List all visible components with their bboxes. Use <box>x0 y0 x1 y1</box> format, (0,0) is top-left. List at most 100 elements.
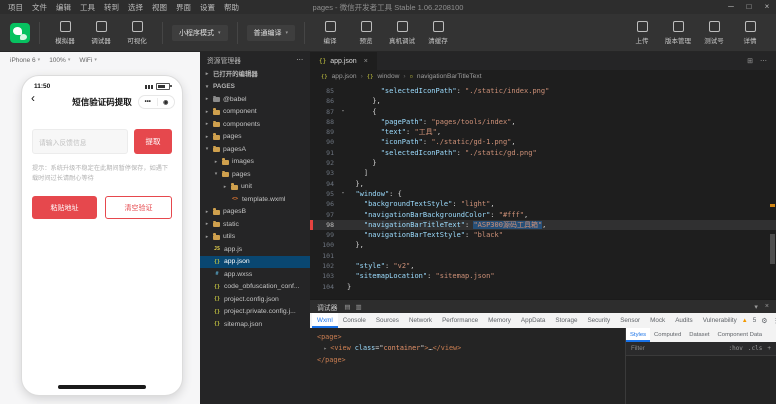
more-actions-icon[interactable]: ⋯ <box>760 57 767 65</box>
style-control[interactable]: :hov <box>728 345 742 352</box>
close-panel-icon[interactable]: × <box>765 303 769 311</box>
compile-button[interactable]: 编译 <box>314 20 346 45</box>
split-editor-icon[interactable]: ⊞ <box>747 57 753 65</box>
breadcrumb-item[interactable]: window <box>377 73 399 80</box>
extract-button[interactable]: 提取 <box>134 129 172 154</box>
menu-item[interactable]: 工具 <box>80 2 95 13</box>
styles-filter-input[interactable]: Filter <box>631 345 724 352</box>
debugger-tab-network[interactable]: Network <box>404 313 437 328</box>
feedback-input[interactable]: 请输入反馈信息 <box>32 129 128 154</box>
debugger-tab-console[interactable]: Console <box>338 313 371 328</box>
target-icon[interactable]: ◉ <box>163 99 168 106</box>
wxml-node[interactable]: ▸ <view class="container">…</view> <box>317 343 618 355</box>
code-area[interactable]: 85 "selectedIconPath": "./static/index.p… <box>310 83 776 292</box>
sidebar-tab-component-data[interactable]: Component Data <box>714 328 767 342</box>
compile-mode-dropdown[interactable]: 普通编译 ▾ <box>246 24 296 41</box>
collapse-panel-icon[interactable]: ▾ <box>754 303 758 311</box>
project-section[interactable]: ▾ PAGES <box>200 80 310 93</box>
sidebar-tab-dataset[interactable]: Dataset <box>685 328 713 342</box>
debugger-tab-security[interactable]: Security <box>582 313 615 328</box>
wxml-node[interactable]: </page> <box>317 355 618 366</box>
tree-item[interactable]: {} sitemap.json <box>200 318 310 331</box>
tree-item[interactable]: ▸ images <box>200 156 310 169</box>
debugger-tab-storage[interactable]: Storage <box>550 313 582 328</box>
sidebar-tab-computed[interactable]: Computed <box>650 328 685 342</box>
editor-scrollbar[interactable] <box>770 86 775 296</box>
preview-button[interactable]: 预览 <box>350 20 382 45</box>
clear-button[interactable]: 清空验证 <box>105 196 172 220</box>
menu-item[interactable]: 界面 <box>176 2 191 13</box>
debugger-tab-vulnerability[interactable]: Vulnerability <box>698 313 742 328</box>
network-selector[interactable]: WiFi ▾ <box>79 57 97 64</box>
maximize-button[interactable]: □ <box>740 0 758 14</box>
tree-item[interactable]: ▸ @babel <box>200 93 310 106</box>
version-control-button[interactable]: 版本管理 <box>662 20 694 45</box>
visual-editor-button[interactable]: 可视化 <box>121 20 153 45</box>
close-button[interactable]: × <box>758 0 776 14</box>
debugger-tab-sources[interactable]: Sources <box>371 313 404 328</box>
debugger-tab-mock[interactable]: Mock <box>645 313 670 328</box>
debugger-tab-memory[interactable]: Memory <box>483 313 516 328</box>
tree-item[interactable]: {} app.json <box>200 255 310 268</box>
gear-icon[interactable]: ⚙ <box>761 317 767 325</box>
breadcrumb-item[interactable]: app.json <box>332 73 357 80</box>
remote-debug-button[interactable]: 真机调试 <box>386 20 418 45</box>
tree-item[interactable]: ▸ static <box>200 218 310 231</box>
mode-dropdown[interactable]: 小程序模式 ▾ <box>172 24 228 41</box>
tree-item[interactable]: ▸ components <box>200 118 310 131</box>
device-selector[interactable]: iPhone 6 ▾ <box>10 57 40 64</box>
debugger-tab-appdata[interactable]: AppData <box>516 313 551 328</box>
menu-item[interactable]: 设置 <box>200 2 215 13</box>
style-control[interactable]: + <box>767 345 771 352</box>
close-icon[interactable]: × <box>364 58 368 65</box>
menu-item[interactable]: 视图 <box>152 2 167 13</box>
wxml-node[interactable]: <page> <box>317 332 618 343</box>
tree-item[interactable]: # app.wxss <box>200 268 310 281</box>
zoom-selector[interactable]: 100% ▾ <box>49 57 70 64</box>
menu-item[interactable]: 文件 <box>32 2 47 13</box>
layout-panel-icon[interactable]: ▥ <box>356 303 362 311</box>
tree-item[interactable]: ▸ component <box>200 106 310 119</box>
tree-item[interactable]: ▸ utils <box>200 231 310 244</box>
tree-item[interactable]: {} code_obfuscation_conf... <box>200 281 310 294</box>
tree-item[interactable]: {} project.config.json <box>200 293 310 306</box>
menu-item[interactable]: 帮助 <box>224 2 239 13</box>
minimize-button[interactable]: ─ <box>722 0 740 14</box>
debugger-tab-wxml[interactable]: Wxml <box>312 313 338 328</box>
debugger-tab-audits[interactable]: Audits <box>670 313 698 328</box>
tree-item[interactable]: {} project.private.config.j... <box>200 306 310 319</box>
tab-app-json[interactable]: {} app.json × <box>310 52 377 70</box>
tree-item[interactable]: ▸ pages <box>200 131 310 144</box>
debugger-tab-sensor[interactable]: Sensor <box>615 313 645 328</box>
tree-item[interactable]: JS app.js <box>200 243 310 256</box>
menu-item[interactable]: 转到 <box>104 2 119 13</box>
menu-item[interactable]: 选择 <box>128 2 143 13</box>
warning-count[interactable]: 5 <box>753 317 757 324</box>
tree-item[interactable]: <> template.wxml <box>200 193 310 206</box>
tree-item[interactable]: ▸ unit <box>200 181 310 194</box>
paste-address-button[interactable]: 粘贴地址 <box>32 196 97 220</box>
wechat-capsule[interactable]: ••• ◉ <box>138 95 175 109</box>
menu-item[interactable]: 项目 <box>8 2 23 13</box>
details-button[interactable]: 详情 <box>734 20 766 45</box>
debugger-tab-performance[interactable]: Performance <box>437 313 483 328</box>
sidebar-tab-styles[interactable]: Styles <box>626 328 651 342</box>
upload-button[interactable]: 上传 <box>626 20 658 45</box>
back-icon[interactable]: ‹ <box>31 91 35 105</box>
clear-cache-button[interactable]: 清缓存 <box>422 20 454 45</box>
style-control[interactable]: .cls <box>748 345 762 352</box>
more-actions-icon[interactable]: ⋯ <box>296 56 303 64</box>
more-icon[interactable]: ••• <box>145 99 151 105</box>
simulator-toggle-button[interactable]: 模拟器 <box>49 20 81 45</box>
tree-item[interactable]: ▸ pagesB <box>200 206 310 219</box>
debugger-toggle-button[interactable]: 调试器 <box>85 20 117 45</box>
scrollbar-thumb[interactable] <box>770 234 775 264</box>
breadcrumb-item[interactable]: navigationBarTitleText <box>417 73 482 80</box>
fold-icon[interactable]: ▾ <box>339 107 347 117</box>
menu-item[interactable]: 编辑 <box>56 2 71 13</box>
open-editors-section[interactable]: ▸ 已打开的编辑器 <box>200 67 310 80</box>
kebab-menu-icon[interactable]: ⋮ <box>773 317 776 325</box>
dock-panel-icon[interactable]: ▤ <box>344 303 350 311</box>
fold-icon[interactable]: ▾ <box>339 189 347 199</box>
test-account-button[interactable]: 测试号 <box>698 20 730 45</box>
